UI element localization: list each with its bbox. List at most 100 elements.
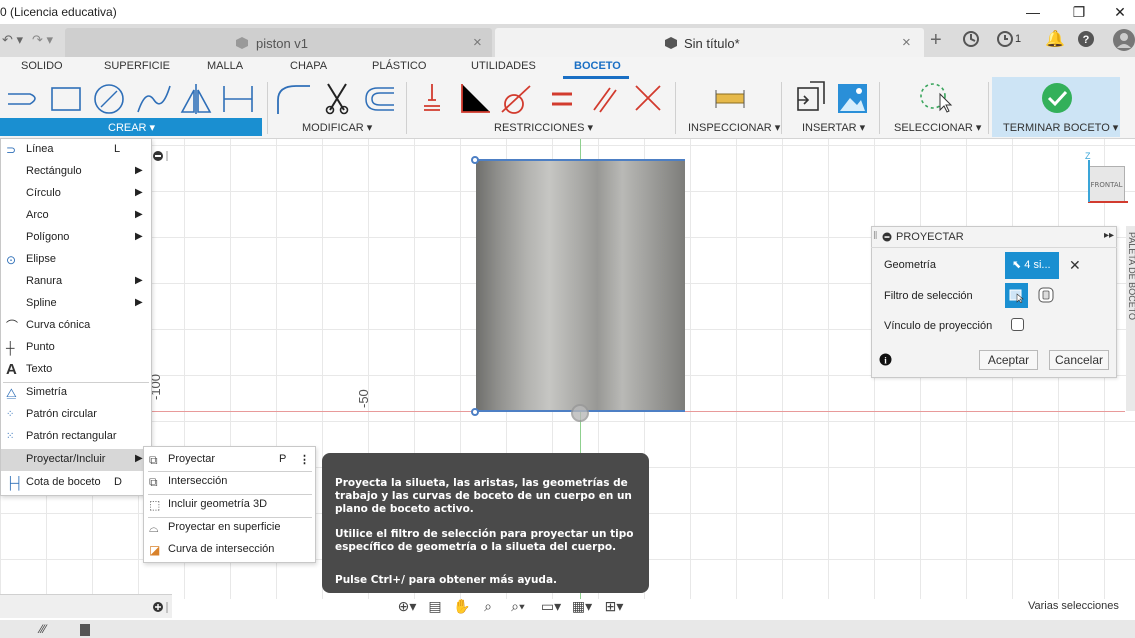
tangent-constraint-icon: [501, 85, 531, 114]
fit-zoom-icon[interactable]: ⌕▾: [504, 597, 532, 615]
tooltip-filter-hint: Utilice el filtro de selección para proy…: [335, 528, 634, 553]
menu-item-rectangulo[interactable]: Rectángulo ▶: [1, 161, 151, 183]
look-at-icon[interactable]: ▤: [425, 597, 445, 615]
menu-item-arco[interactable]: Arco ▶: [1, 205, 151, 227]
tab-boceto[interactable]: BOCETO: [574, 60, 621, 72]
submenu-item-proyectar-en-superficie[interactable]: ⌓ Proyectar en superficie: [144, 517, 315, 539]
browser-collapse-icon[interactable]: [152, 148, 172, 164]
projected-edge-top[interactable]: [476, 159, 685, 161]
sketch-point[interactable]: [471, 408, 479, 416]
pan-icon[interactable]: ✋: [452, 597, 472, 615]
zoom-icon[interactable]: ⌕: [478, 597, 498, 615]
submenu-arrow-icon: ▶: [135, 209, 143, 220]
menu-item-elipse[interactable]: ⊙ Elipse: [1, 249, 151, 271]
redo-icon[interactable]: ↷ ▾: [32, 32, 53, 48]
tab-superficie[interactable]: SUPERFICIE: [104, 60, 170, 72]
restricciones-group-button[interactable]: RESTRICCIONES ▾: [494, 121, 593, 134]
tab-label: piston v1: [256, 36, 309, 51]
menu-item-poligono[interactable]: Polígono ▶: [1, 227, 151, 249]
expand-comments-icon[interactable]: [152, 601, 172, 615]
tab-chapa[interactable]: CHAPA: [290, 60, 327, 72]
filter-specified-entities-button[interactable]: [1005, 283, 1028, 308]
geometria-selection-button[interactable]: ⬉ 4 si...: [1005, 252, 1059, 279]
tab-close-icon[interactable]: ×: [902, 34, 911, 51]
help-icon[interactable]: ?: [1077, 30, 1095, 48]
filter-body-silhouette-button[interactable]: [1037, 286, 1055, 304]
sketch-palette-label[interactable]: PALETA DE BOCETO: [1127, 232, 1135, 320]
menu-item-simetria[interactable]: ⧋ Simetría: [1, 382, 151, 404]
close-window-button[interactable]: ✕: [1105, 2, 1135, 22]
ellipse-icon: ⊙: [6, 253, 17, 267]
collapse-dialog-icon[interactable]: [882, 232, 892, 242]
origin-point[interactable]: [571, 404, 589, 422]
job-status-icon[interactable]: [996, 30, 1014, 48]
menu-item-label: Proyectar: [168, 453, 216, 465]
undo-icon[interactable]: ↶ ▾: [2, 32, 23, 48]
notifications-icon[interactable]: 🔔: [1045, 29, 1065, 49]
tooltip-help-hint: Pulse Ctrl+/ para obtener más ayuda.: [335, 574, 558, 586]
mirror-tool-icon: [180, 84, 212, 114]
menu-item-texto[interactable]: A Texto: [1, 359, 151, 381]
new-tab-button[interactable]: +: [930, 29, 942, 52]
select-tool-icon: [920, 83, 953, 113]
menu-item-curva-conica[interactable]: ⌒ Curva cónica: [1, 315, 151, 337]
menu-item-label: Patrón rectangular: [26, 430, 117, 442]
cursor-icon: ⬉: [1012, 259, 1022, 271]
submenu-item-incluir-geometria-3d[interactable]: ⬚ Incluir geometría 3D: [144, 494, 315, 516]
display-settings-icon[interactable]: ▭▾: [538, 597, 564, 615]
tab-utilidades[interactable]: UTILIDADES: [471, 60, 536, 72]
menu-item-cota-de-boceto[interactable]: ├┤ Cota de boceto D: [1, 472, 151, 494]
tab-solido[interactable]: SOLIDO: [21, 60, 63, 72]
info-icon[interactable]: i: [879, 353, 892, 366]
menu-item-patron-circular[interactable]: ⁘ Patrón circular: [1, 404, 151, 426]
clear-selection-icon[interactable]: ✕: [1069, 257, 1081, 274]
extensions-icon[interactable]: [962, 30, 980, 48]
tab-sin-titulo[interactable]: Sin título* ×: [495, 28, 924, 57]
crear-group-button[interactable]: CREAR ▾: [0, 118, 262, 136]
cylinder-body[interactable]: [476, 160, 685, 412]
comments-panel-bar: [0, 594, 172, 618]
restore-button[interactable]: ❐: [1064, 2, 1094, 22]
orbit-icon[interactable]: ⊕▾: [394, 597, 420, 615]
menu-item-patron-rectangular[interactable]: ⁙ Patrón rectangular: [1, 426, 151, 448]
project-icon: ⧉: [149, 453, 158, 467]
sketch-point[interactable]: [471, 156, 479, 164]
timeline-feature-icon[interactable]: [80, 624, 90, 636]
menu-item-circulo[interactable]: Círculo ▶: [1, 183, 151, 205]
user-avatar[interactable]: [1113, 27, 1135, 53]
menu-item-proyectar-incluir[interactable]: Proyectar/Incluir ▶: [1, 449, 151, 471]
timeline-back-icon[interactable]: ⁄⁄⁄: [40, 622, 46, 636]
submenu-item-proyectar[interactable]: ⧉ Proyectar P ⋮: [144, 449, 315, 471]
grid-snap-icon[interactable]: ▦▾: [569, 597, 595, 615]
menu-item-spline[interactable]: Spline ▶: [1, 293, 151, 315]
minimize-button[interactable]: —: [1018, 2, 1048, 22]
tab-malla[interactable]: MALLA: [207, 60, 243, 72]
proyectar-incluir-submenu: ⧉ Proyectar P ⋮ ⧉ Intersección ⬚ Incluir…: [143, 446, 316, 563]
ribbon-tool-icons: [8, 81, 1072, 115]
viewports-icon[interactable]: ⊞▾: [600, 597, 628, 615]
seleccionar-group-button[interactable]: SELECCIONAR ▾: [894, 121, 981, 134]
drag-handle-icon[interactable]: ‖: [873, 230, 878, 242]
menu-item-linea[interactable]: ⊃ Línea L: [1, 139, 151, 161]
submenu-item-curva-de-interseccion[interactable]: ◪ Curva de intersección: [144, 539, 315, 561]
trim-tool-icon: [325, 83, 349, 115]
mirror-icon: ⧋: [6, 386, 17, 400]
viewcube-face-label: FRONTAL: [1090, 181, 1123, 189]
conic-curve-icon: ⌒: [6, 319, 19, 333]
menu-item-punto[interactable]: ┼ Punto: [1, 337, 151, 359]
terminar-boceto-button[interactable]: TERMINAR BOCETO ▾: [1003, 121, 1118, 134]
tab-close-icon[interactable]: ×: [473, 34, 482, 51]
inspeccionar-group-button[interactable]: INSPECCIONAR ▾: [688, 121, 780, 134]
cancelar-button[interactable]: Cancelar: [1049, 350, 1109, 370]
expand-dialog-icon[interactable]: ▸▸: [1104, 230, 1114, 241]
viewcube[interactable]: FRONTAL: [1088, 166, 1125, 202]
tab-piston-v1[interactable]: piston v1 ×: [65, 28, 492, 57]
submenu-item-interseccion[interactable]: ⧉ Intersección: [144, 471, 315, 493]
more-options-icon[interactable]: ⋮: [299, 453, 310, 466]
modificar-group-button[interactable]: MODIFICAR ▾: [302, 121, 372, 134]
menu-item-ranura[interactable]: Ranura ▶: [1, 271, 151, 293]
insertar-group-button[interactable]: INSERTAR ▾: [802, 121, 865, 134]
tab-plastico[interactable]: PLÁSTICO: [372, 60, 426, 72]
aceptar-button[interactable]: Aceptar: [979, 350, 1038, 370]
vinculo-checkbox[interactable]: [1011, 318, 1024, 331]
